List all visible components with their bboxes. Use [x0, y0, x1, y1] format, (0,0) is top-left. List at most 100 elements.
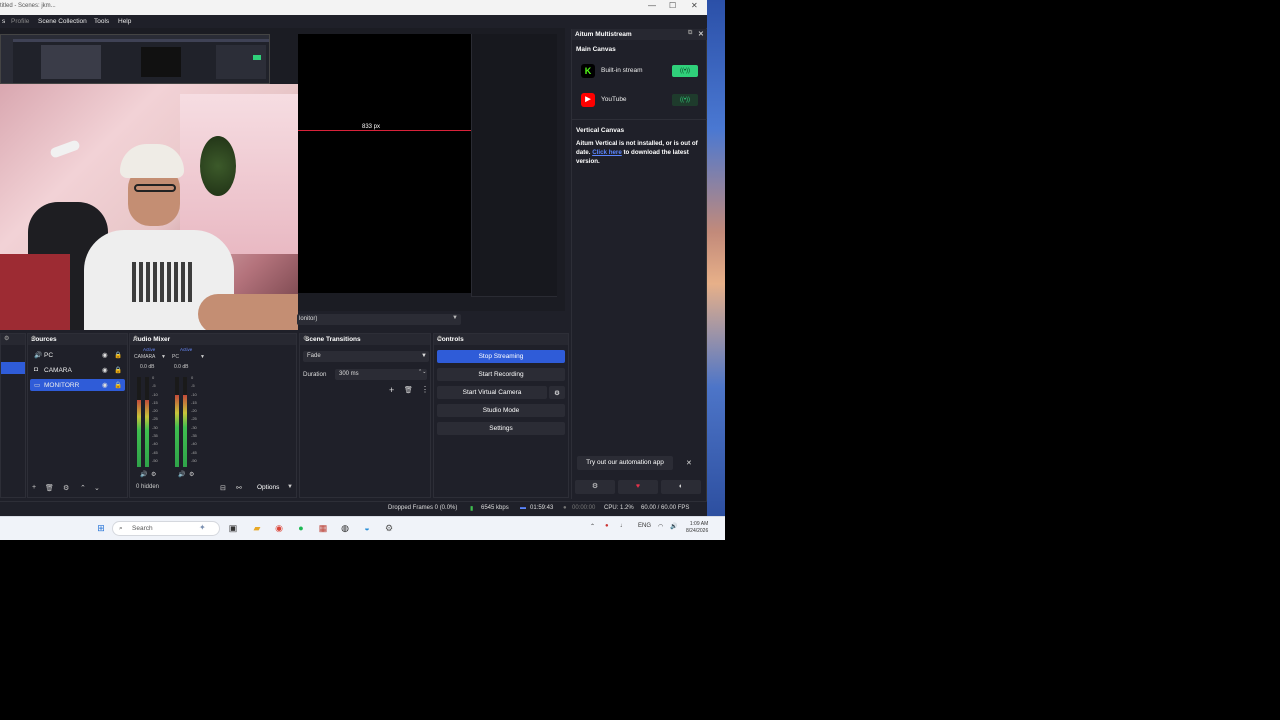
lock-icon[interactable]: 🔒	[114, 351, 122, 359]
chrome-icon[interactable]: ◉	[273, 522, 285, 534]
source-item-pc[interactable]: 🔊 PC ◉ 🔒	[30, 349, 125, 361]
gear-icon[interactable]: ⚙	[63, 484, 69, 492]
channel-db: 0.0 dB	[174, 364, 189, 370]
file-explorer-icon[interactable]: ▰	[251, 522, 263, 534]
broadcast-toggle[interactable]: ((•))	[672, 65, 698, 77]
preview-canvas[interactable]	[298, 34, 471, 293]
menu-edge[interactable]: s	[2, 18, 5, 25]
chevron-down-icon[interactable]: ⌄	[94, 484, 100, 492]
aitum-settings-button[interactable]: ⚙	[575, 480, 615, 494]
search-placeholder: Search	[132, 525, 153, 532]
button-label: Settings	[489, 425, 513, 432]
stream-icon: ▬	[520, 505, 526, 511]
kick-icon: K	[581, 64, 595, 78]
microphone-icon[interactable]: ♩	[620, 523, 626, 529]
source-item-camara[interactable]: ◘ CAMARA ◉ 🔒	[30, 364, 125, 376]
gear-icon[interactable]: ⚙	[151, 471, 156, 478]
chevron-up-icon[interactable]: ⌃	[590, 523, 595, 530]
chevron-down-icon: ▼	[452, 315, 458, 321]
eye-icon[interactable]: ◉	[102, 351, 108, 359]
button-label: Stop Streaming	[478, 353, 524, 360]
transitions-dock-gear-icon[interactable]: ⚙	[303, 335, 427, 342]
app-icon[interactable]: ▦	[317, 522, 329, 534]
language-indicator[interactable]: ENG	[638, 523, 651, 529]
taskbar-search[interactable]: ⌕ Search ✦	[112, 521, 220, 536]
dock-settings-icon[interactable]: ⚙	[4, 335, 22, 342]
download-link[interactable]: Click here	[592, 149, 622, 156]
stepper-icon[interactable]: ⌃⌄	[418, 369, 426, 375]
task-view-icon[interactable]: ▣	[227, 522, 239, 534]
start-recording-button[interactable]: Start Recording	[437, 368, 565, 381]
close-window-button[interactable]: ✕	[691, 1, 698, 10]
menu-help[interactable]: Help	[118, 18, 131, 25]
fps: 60.00 / 60.00 FPS	[641, 505, 690, 511]
close-icon[interactable]: ✕	[686, 459, 692, 467]
settings-icon[interactable]: ⚙	[383, 522, 395, 534]
stop-streaming-button[interactable]: Stop Streaming	[437, 350, 565, 363]
selected-scene[interactable]	[1, 362, 25, 374]
platform-name: YouTube	[601, 96, 627, 103]
add-icon[interactable]: +	[32, 484, 36, 491]
search-icon: ⌕	[119, 525, 123, 532]
aitum-discord-button[interactable]: ◐	[661, 480, 701, 494]
volume-icon[interactable]: 🔊	[140, 471, 147, 478]
transition-select[interactable]: Fade ▼	[303, 351, 429, 362]
menu-scene-collection[interactable]: Scene Collection	[38, 18, 87, 25]
source-label: CAMARA	[44, 366, 72, 374]
gear-icon[interactable]: ⚙	[189, 471, 194, 478]
chevron-down-icon[interactable]: ▼	[287, 484, 293, 490]
virtual-camera-settings-button[interactable]: ⚙	[549, 386, 565, 399]
minimize-button[interactable]: —	[648, 1, 656, 10]
duration-input[interactable]: 300 ms ⌃⌄	[335, 369, 427, 380]
lock-icon[interactable]: 🔒	[114, 381, 122, 389]
duration-label: Duration	[303, 371, 327, 378]
meter-ticks: 0 -5 -10 -15 -20 -25 -30 -35 -40 -45 -50	[152, 375, 158, 463]
divider	[572, 119, 707, 120]
channel-meter-right	[145, 377, 149, 467]
settings-button[interactable]: Settings	[437, 422, 565, 435]
controls-dock-gear-icon[interactable]: ⚙	[437, 335, 565, 342]
preview-side-panel	[471, 34, 557, 297]
add-transition-icon[interactable]: +	[389, 385, 394, 395]
chevron-down-icon[interactable]: ▼	[200, 354, 205, 360]
spotify-icon[interactable]: ●	[295, 522, 307, 534]
broadcast-toggle[interactable]: ((•))	[672, 94, 698, 106]
chevron-down-icon[interactable]: ▼	[161, 354, 166, 360]
channel-meter-left	[137, 377, 141, 467]
start-virtual-camera-button[interactable]: Start Virtual Camera	[437, 386, 547, 399]
float-icon[interactable]: ⧉	[688, 30, 692, 37]
automation-app-button[interactable]: Try out our automation app	[577, 456, 673, 470]
layout-icon[interactable]: ⊟	[220, 484, 226, 492]
source-item-monitorr[interactable]: ▭ MONITORR ◉ 🔒	[30, 379, 125, 391]
windows-start-icon[interactable]: ⊞	[95, 522, 107, 534]
taskbar-clock[interactable]: 1:09 AM 8/24/2026	[686, 521, 708, 535]
volume-icon[interactable]: 🔊	[178, 471, 185, 478]
eye-icon[interactable]: ◉	[102, 381, 108, 389]
studio-mode-button[interactable]: Studio Mode	[437, 404, 565, 417]
button-label: Studio Mode	[482, 407, 520, 414]
aitum-donate-button[interactable]: ♥	[618, 480, 658, 494]
tray-app-icon[interactable]: ●	[605, 523, 609, 529]
edge-icon[interactable]: ◒	[361, 522, 373, 534]
maximize-button[interactable]: ☐	[669, 1, 676, 10]
trash-icon[interactable]: 🗑	[404, 386, 413, 394]
channel-meter-right	[183, 377, 187, 467]
obs-icon[interactable]: ◍	[339, 522, 351, 534]
sources-dock-gear-icon[interactable]: ⚙	[31, 335, 124, 342]
eye-icon[interactable]: ◉	[102, 366, 108, 374]
trash-icon[interactable]: 🗑	[45, 484, 54, 492]
volume-icon[interactable]: 🔊	[670, 523, 677, 530]
monitor-source-select[interactable]: lonitor) ▼	[297, 314, 461, 325]
lock-icon[interactable]: 🔒	[114, 366, 122, 374]
chevron-up-icon[interactable]: ⌃	[80, 484, 86, 492]
more-icon[interactable]: ⋮	[421, 385, 429, 394]
menu-tools[interactable]: Tools	[94, 18, 109, 25]
mixer-dock-gear-icon[interactable]: ⚙	[133, 335, 293, 342]
main-canvas-heading: Main Canvas	[576, 46, 616, 53]
youtube-icon: ▶	[581, 93, 595, 107]
menu-profile[interactable]: Profile	[11, 18, 29, 25]
options-button[interactable]: Options	[257, 484, 279, 491]
wifi-icon[interactable]: ◠	[658, 523, 663, 530]
link-icon[interactable]: ⚯	[236, 484, 242, 492]
close-icon[interactable]: ✕	[698, 30, 704, 38]
